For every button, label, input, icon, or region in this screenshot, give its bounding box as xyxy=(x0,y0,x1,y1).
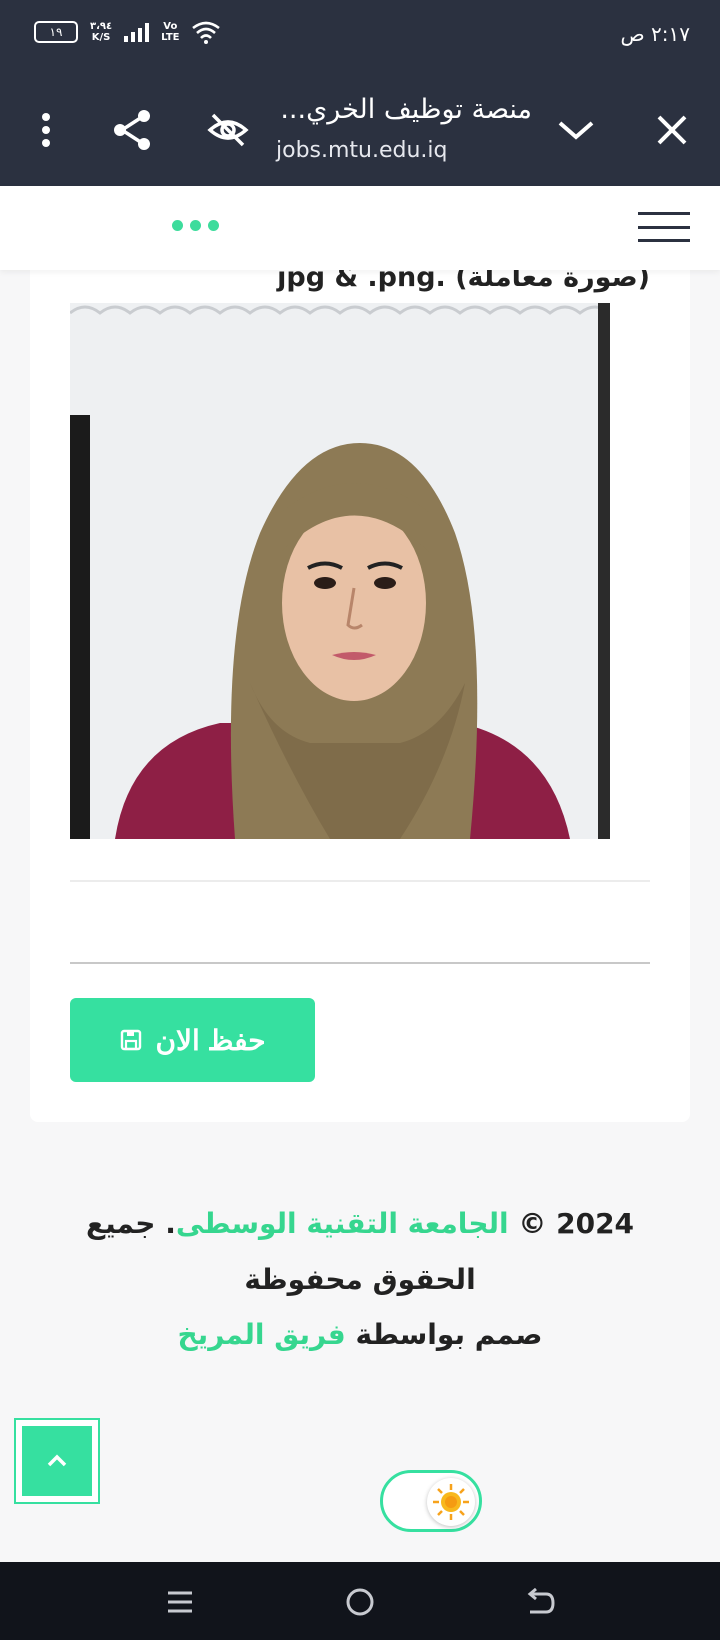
volte-top: Vo xyxy=(163,21,178,32)
more-dots-icon[interactable] xyxy=(172,220,219,231)
team-link[interactable]: فريق المريخ xyxy=(178,1318,346,1351)
home-icon[interactable] xyxy=(338,1580,382,1624)
chevron-up-icon xyxy=(47,1454,67,1467)
system-nav-bar xyxy=(0,1562,720,1640)
volte-indicator: Vo LTE xyxy=(161,21,179,43)
hamburger-menu-icon[interactable] xyxy=(638,212,690,242)
network-speed-unit: K/S xyxy=(91,32,111,43)
close-icon[interactable] xyxy=(644,102,700,158)
browser-toolbar: منصة توظيف الخري... jobs.mtu.edu.iq xyxy=(0,72,720,186)
wifi-icon xyxy=(192,21,221,44)
floppy-disk-icon xyxy=(121,1029,142,1051)
battery-icon: ١٩ xyxy=(34,21,78,43)
network-speed-value: ٣،٩٤ xyxy=(90,21,113,32)
share-icon[interactable] xyxy=(104,102,160,158)
uploaded-photo[interactable] xyxy=(70,303,610,839)
chevron-down-icon[interactable] xyxy=(548,102,604,158)
footer-credit: صمم بواسطة فريق المريخ xyxy=(30,1318,690,1351)
copyright-year: 2024 © xyxy=(518,1207,635,1240)
volte-bottom: LTE xyxy=(161,32,180,43)
toggle-knob xyxy=(427,1478,475,1526)
battery-level: ١٩ xyxy=(49,25,63,39)
signal-icon xyxy=(124,22,150,42)
university-link[interactable]: الجامعة التقنية الوسطى xyxy=(176,1207,509,1240)
tab-title[interactable]: منصة توظيف الخري... xyxy=(280,94,532,125)
url-text[interactable]: jobs.mtu.edu.iq xyxy=(276,138,448,163)
more-vertical-icon[interactable] xyxy=(18,102,74,158)
back-icon[interactable] xyxy=(518,1580,562,1624)
back-to-top-button[interactable] xyxy=(14,1418,100,1504)
input-underline xyxy=(70,962,650,964)
recent-apps-icon[interactable] xyxy=(158,1580,202,1624)
divider xyxy=(70,880,650,882)
status-indicators: ١٩ ٣،٩٤ K/S Vo LTE xyxy=(34,20,221,44)
eye-off-icon[interactable] xyxy=(200,102,256,158)
designed-by-text: صمم بواسطة xyxy=(355,1318,543,1351)
status-bar: ١٩ ٣،٩٤ K/S Vo LTE ٢:١٧ ص xyxy=(0,0,720,72)
network-speed: ٣،٩٤ K/S xyxy=(90,21,112,43)
save-button-label: حفظ الان xyxy=(155,1024,266,1056)
sun-icon xyxy=(433,1484,469,1520)
status-time: ٢:١٧ ص xyxy=(620,22,690,46)
site-header xyxy=(0,186,720,270)
theme-toggle[interactable] xyxy=(380,1470,482,1532)
footer-copyright: 2024 © الجامعة التقنية الوسطى. جميع الحق… xyxy=(30,1196,690,1308)
save-now-button[interactable]: حفظ الان xyxy=(70,998,315,1082)
